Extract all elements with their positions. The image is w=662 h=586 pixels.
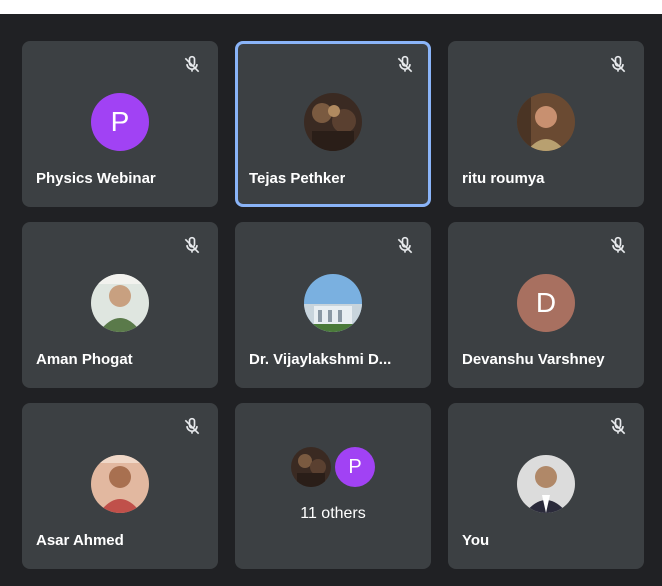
others-avatars: P xyxy=(235,447,431,487)
participant-tile-devanshu-varshney[interactable]: D Devanshu Varshney xyxy=(448,222,644,388)
mic-off-icon xyxy=(608,417,628,437)
avatar-letter: P xyxy=(348,455,362,478)
avatar xyxy=(91,455,149,513)
avatar-letter: P xyxy=(110,106,130,137)
mic-off-icon xyxy=(182,236,202,256)
participant-tile-asar-ahmed[interactable]: Asar Ahmed xyxy=(22,403,218,569)
avatar xyxy=(517,93,575,151)
participant-name: Aman Phogat xyxy=(36,351,133,368)
others-count: 11 others xyxy=(300,505,366,522)
participant-name: You xyxy=(462,532,490,549)
mic-off-icon xyxy=(395,55,415,75)
participant-tile-aman-phogat[interactable]: Aman Phogat xyxy=(22,222,218,388)
avatar: P xyxy=(91,93,149,151)
mic-off-icon xyxy=(608,55,628,75)
participant-tile-physics-webinar[interactable]: P Physics Webinar xyxy=(22,41,218,207)
participant-name: Devanshu Varshney xyxy=(462,351,605,368)
mic-off-icon xyxy=(608,236,628,256)
avatar-letter: D xyxy=(535,287,557,318)
participant-name: ritu roumya xyxy=(462,170,545,187)
participant-tile-tejas-pethker[interactable]: Tejas Pethker xyxy=(235,41,431,207)
participant-tile-dr-vijaylakshmi[interactable]: Dr. Vijaylakshmi D... xyxy=(235,222,431,388)
others-tile[interactable]: P 11 others xyxy=(235,403,431,569)
participant-name: Dr. Vijaylakshmi D... xyxy=(249,351,392,368)
avatar xyxy=(291,447,331,487)
mic-off-icon xyxy=(395,236,415,256)
participant-tile-you[interactable]: You xyxy=(448,403,644,569)
avatar xyxy=(91,274,149,332)
mic-off-icon xyxy=(182,417,202,437)
meeting-grid: P Physics Webinar Tejas Pethker ritu rou… xyxy=(0,14,662,586)
avatar xyxy=(304,93,362,151)
participant-name: Physics Webinar xyxy=(36,170,156,187)
avatar xyxy=(304,274,362,332)
avatar xyxy=(517,455,575,513)
participant-name: Tejas Pethker xyxy=(249,170,346,187)
mic-off-icon xyxy=(182,55,202,75)
participant-name: Asar Ahmed xyxy=(36,532,124,549)
participant-tile-ritu-roumya[interactable]: ritu roumya xyxy=(448,41,644,207)
avatar: D xyxy=(517,274,575,332)
avatar: P xyxy=(335,447,375,487)
